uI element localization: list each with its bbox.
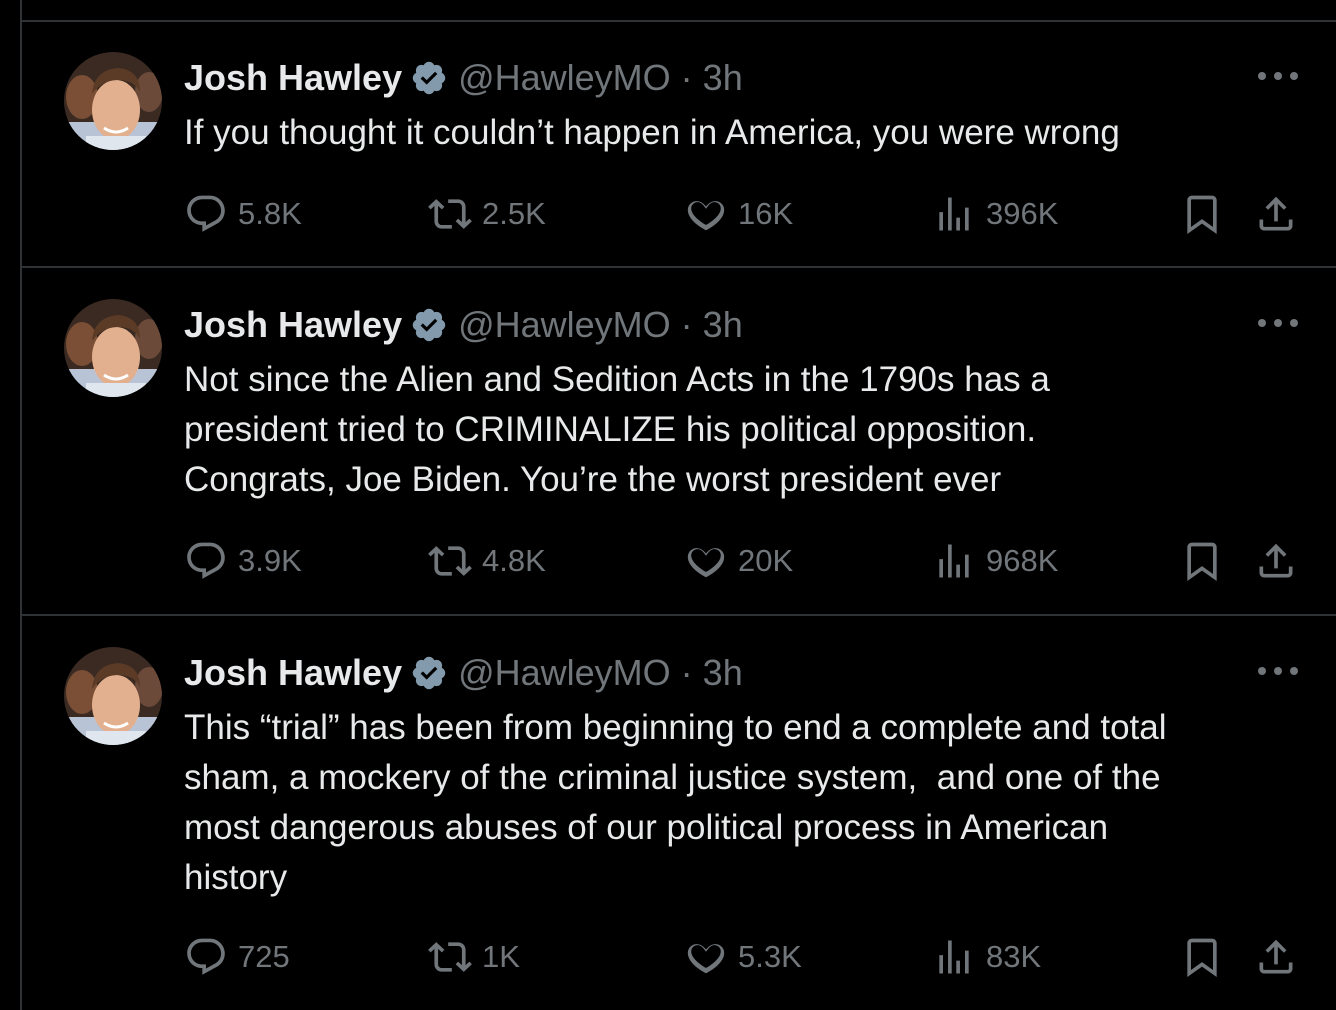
action-bar: 725 1K 5.3K 83K xyxy=(184,932,1296,982)
share-icon xyxy=(1259,543,1293,578)
bookmark-button[interactable] xyxy=(1180,189,1224,239)
verified-badge-icon xyxy=(412,656,446,690)
share-button[interactable] xyxy=(1254,189,1298,239)
bookmark-button[interactable] xyxy=(1180,536,1224,586)
like-button[interactable]: 20K xyxy=(684,536,793,586)
separator-dot: · xyxy=(680,652,693,693)
like-count: 5.3K xyxy=(738,939,802,974)
reply-button[interactable]: 725 xyxy=(184,932,290,982)
avatar[interactable] xyxy=(64,299,162,397)
reply-icon xyxy=(187,195,225,232)
retweet-icon xyxy=(428,199,472,229)
reply-button[interactable]: 5.8K xyxy=(184,189,302,239)
tweet-header: Josh Hawley @HawleyMO · 3h xyxy=(184,303,743,347)
action-bar: 5.8K 2.5K 16K 396K xyxy=(184,189,1296,239)
tweet-text: This “trial” has been from beginning to … xyxy=(184,708,1167,897)
tweet[interactable]: Josh Hawley @HawleyMO · 3h If you though… xyxy=(22,22,1336,268)
reply-count: 5.8K xyxy=(238,196,302,231)
tweet-header: Josh Hawley @HawleyMO · 3h xyxy=(184,56,743,100)
bookmark-button[interactable] xyxy=(1180,932,1224,982)
action-bar: 3.9K 4.8K 20K 968K xyxy=(184,536,1296,586)
like-button[interactable]: 16K xyxy=(684,189,793,239)
views-button[interactable]: 396K xyxy=(932,189,1058,239)
verified-badge-icon xyxy=(412,61,446,95)
like-icon xyxy=(687,548,725,578)
views-icon xyxy=(939,940,969,974)
more-icon[interactable] xyxy=(1258,319,1298,329)
views-count: 83K xyxy=(986,939,1042,974)
author-name[interactable]: Josh Hawley xyxy=(184,57,402,99)
views-count: 968K xyxy=(986,543,1059,578)
tweet-header: Josh Hawley @HawleyMO · 3h xyxy=(184,651,743,695)
tweet[interactable]: Josh Hawley @HawleyMO · 3h This “trial” … xyxy=(22,617,1336,1010)
views-button[interactable]: 968K xyxy=(932,536,1058,586)
like-count: 20K xyxy=(738,543,794,578)
tweet-text: If you thought it couldn’t happen in Ame… xyxy=(184,113,1120,152)
author-handle[interactable]: @HawleyMO xyxy=(458,304,671,346)
like-icon xyxy=(687,201,725,231)
like-button[interactable]: 5.3K xyxy=(684,932,802,982)
bookmark-icon xyxy=(1187,195,1217,235)
views-count: 396K xyxy=(986,196,1059,231)
tweet[interactable]: Josh Hawley @HawleyMO · 3h Not since the… xyxy=(22,269,1336,616)
separator-dot: · xyxy=(680,304,693,345)
reply-count: 3.9K xyxy=(238,543,302,578)
like-count: 16K xyxy=(738,196,794,231)
share-icon xyxy=(1259,939,1293,974)
retweet-count: 2.5K xyxy=(482,196,546,231)
bookmark-icon xyxy=(1187,938,1217,978)
retweet-count: 4.8K xyxy=(482,543,546,578)
avatar[interactable] xyxy=(64,647,162,745)
views-icon xyxy=(939,544,969,578)
author-handle[interactable]: @HawleyMO xyxy=(458,652,671,694)
views-icon xyxy=(939,197,969,231)
share-button[interactable] xyxy=(1254,932,1298,982)
retweet-button[interactable]: 1K xyxy=(428,932,520,982)
retweet-icon xyxy=(428,942,472,972)
timeline-feed: Josh Hawley @HawleyMO · 3h If you though… xyxy=(20,0,1336,1010)
tweet-text: Not since the Alien and Sedition Acts in… xyxy=(184,360,1050,499)
bookmark-icon xyxy=(1187,542,1217,582)
separator-dot: · xyxy=(680,57,693,98)
reply-count: 725 xyxy=(238,939,290,974)
avatar[interactable] xyxy=(64,52,162,150)
author-handle[interactable]: @HawleyMO xyxy=(458,57,671,99)
views-button[interactable]: 83K xyxy=(932,932,1041,982)
share-icon xyxy=(1259,196,1293,231)
more-icon[interactable] xyxy=(1258,72,1298,82)
reply-icon xyxy=(187,542,225,579)
timestamp[interactable]: 3h xyxy=(703,304,743,346)
more-icon[interactable] xyxy=(1258,667,1298,677)
like-icon xyxy=(687,944,725,974)
reply-icon xyxy=(187,938,225,975)
timestamp[interactable]: 3h xyxy=(703,652,743,694)
author-name[interactable]: Josh Hawley xyxy=(184,304,402,346)
timestamp[interactable]: 3h xyxy=(703,57,743,99)
retweet-icon xyxy=(428,546,472,576)
author-name[interactable]: Josh Hawley xyxy=(184,652,402,694)
retweet-button[interactable]: 2.5K xyxy=(428,189,546,239)
retweet-count: 1K xyxy=(482,939,520,974)
reply-button[interactable]: 3.9K xyxy=(184,536,302,586)
share-button[interactable] xyxy=(1254,536,1298,586)
verified-badge-icon xyxy=(412,308,446,342)
retweet-button[interactable]: 4.8K xyxy=(428,536,546,586)
